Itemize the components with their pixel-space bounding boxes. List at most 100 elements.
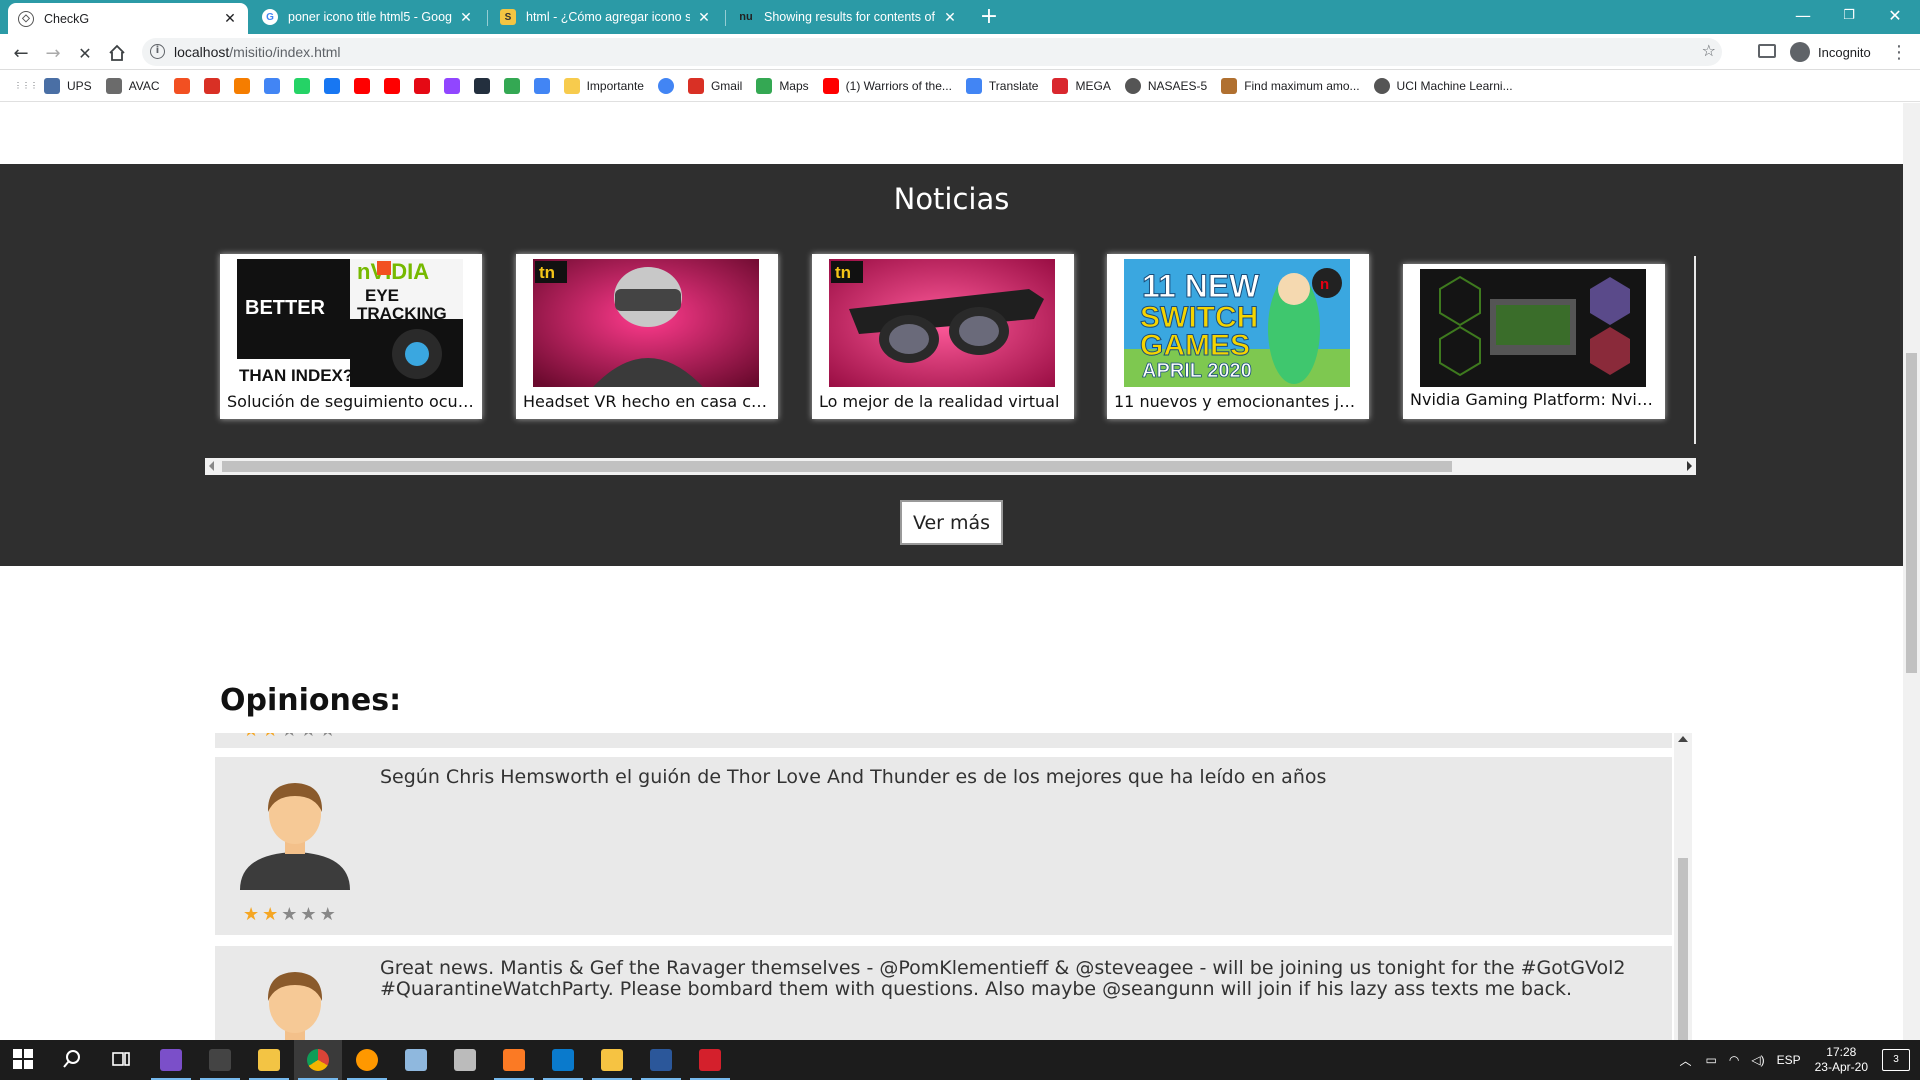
file-explorer-icon <box>258 1049 280 1071</box>
close-tab-icon[interactable]: ✕ <box>696 9 712 26</box>
battery-icon[interactable]: ▭ <box>1706 1053 1717 1067</box>
taskbar-button[interactable] <box>441 1040 489 1080</box>
clock-date: 23-Apr-20 <box>1814 1060 1868 1074</box>
clock[interactable]: 17:28 23-Apr-20 <box>1815 1045 1868 1075</box>
taskbar-button[interactable] <box>98 1040 146 1080</box>
close-window-button[interactable]: ✕ <box>1872 0 1918 30</box>
taskbar-button[interactable] <box>0 1040 48 1080</box>
taskbar-button[interactable] <box>49 1040 97 1080</box>
taskbar-button[interactable] <box>245 1040 293 1080</box>
close-tab-icon[interactable]: ✕ <box>942 9 958 26</box>
news-card[interactable]: 11 NEW SWITCH GAMES APRIL 2020 n 11 nuev… <box>1107 254 1369 419</box>
bookmark-item[interactable]: ⋮⋮⋮ <box>14 78 38 94</box>
svg-text:TRACKING: TRACKING <box>357 304 447 323</box>
bookmark-item[interactable]: Gmail <box>687 77 742 94</box>
bookmark-item[interactable] <box>353 77 370 94</box>
back-button[interactable]: ← <box>8 40 34 66</box>
bookmark-item[interactable]: (1) Warriors of the... <box>822 77 952 94</box>
tab-results[interactable]: nu Showing results for contents of ti ✕ <box>728 0 968 34</box>
url-text[interactable]: localhost/misitio/index.html <box>174 44 341 60</box>
taskbar-button[interactable] <box>392 1040 440 1080</box>
stop-button[interactable]: ✕ <box>72 40 98 66</box>
taskbar-button[interactable] <box>196 1040 244 1080</box>
notifications-icon[interactable]: 3 <box>1882 1049 1910 1071</box>
info-icon[interactable]: i <box>150 44 165 59</box>
minimize-button[interactable]: — <box>1780 0 1826 30</box>
bookmark-item[interactable] <box>503 77 520 94</box>
bookmark-item[interactable] <box>293 77 310 94</box>
taskbar-button[interactable] <box>588 1040 636 1080</box>
new-tab-button[interactable]: + <box>976 4 1002 30</box>
news-card[interactable]: tn Headset VR hecho en casa con piezas <box>516 254 778 419</box>
taskbar-button[interactable] <box>539 1040 587 1080</box>
bookmark-item[interactable]: Importante <box>563 77 644 94</box>
bookmark-item[interactable] <box>263 77 280 94</box>
bookmark-item[interactable]: Translate <box>965 77 1038 94</box>
bookmark-item[interactable]: NASAES-5 <box>1124 77 1207 94</box>
tab-stackoverflow[interactable]: S html - ¿Cómo agregar icono sob ✕ <box>490 0 722 34</box>
news-card[interactable]: Nvidia Gaming Platform: Nvidia GeForce <box>1403 264 1665 419</box>
news-caption[interactable]: Nvidia Gaming Platform: Nvidia GeForce <box>1410 390 1660 409</box>
bookmark-item[interactable] <box>473 77 490 94</box>
news-carousel[interactable]: nVIDIA EYE TRACKING BETTER THAN INDEX? S… <box>205 254 1694 419</box>
taskbar-button[interactable] <box>490 1040 538 1080</box>
tab-strip: ◇ CheckG ✕ G poner icono title html5 - G… <box>0 0 1920 34</box>
taskbar-button[interactable] <box>147 1040 195 1080</box>
apps-grid-icon: ⋮⋮⋮ <box>14 80 38 90</box>
scroll-right-arrow-icon[interactable] <box>1687 461 1692 471</box>
carousel-scrollbar-thumb[interactable] <box>222 461 1452 472</box>
opinions-list[interactable]: ★★★★★ ★★★★★ Según Chris Hemsworth el gui… <box>213 733 1692 1040</box>
bookmark-item[interactable] <box>443 77 460 94</box>
bookmark-item[interactable] <box>173 77 190 94</box>
opinions-scrollbar[interactable] <box>1674 733 1692 1040</box>
news-caption[interactable]: Lo mejor de la realidad virtual <box>819 392 1069 411</box>
taskbar-button[interactable] <box>686 1040 734 1080</box>
news-caption[interactable]: 11 nuevos y emocionantes juegos de Switc… <box>1114 392 1364 411</box>
home-button[interactable] <box>104 40 130 66</box>
ver-mas-button[interactable]: Ver más <box>900 500 1003 545</box>
bookmark-item[interactable] <box>413 77 430 94</box>
bookmark-item[interactable]: AVAC <box>105 77 160 94</box>
bookmark-item[interactable] <box>657 77 674 94</box>
wifi-icon[interactable]: ◠ <box>1729 1053 1739 1067</box>
gmail-icon <box>687 77 704 94</box>
page-scrollbar[interactable] <box>1903 103 1920 1040</box>
taskbar-button[interactable] <box>637 1040 685 1080</box>
restore-button[interactable]: ❐ <box>1826 0 1872 30</box>
scroll-left-arrow-icon[interactable] <box>209 461 214 471</box>
bookmark-star-icon[interactable]: ☆ <box>1702 41 1716 60</box>
bookmark-item[interactable] <box>203 77 220 94</box>
bookmark-item[interactable] <box>323 77 340 94</box>
news-caption[interactable]: Solución de seguimiento ocular para disp… <box>227 392 477 411</box>
input-language[interactable]: ESP <box>1777 1053 1801 1067</box>
cast-icon[interactable] <box>1758 44 1776 58</box>
star-icon: ★ <box>262 904 282 925</box>
menu-dots-icon[interactable]: ⋮ <box>1890 42 1908 63</box>
bookmark-item[interactable]: Find maximum amo... <box>1221 77 1360 94</box>
tab-checkg[interactable]: ◇ CheckG ✕ <box>8 3 248 34</box>
address-bar[interactable]: i localhost/misitio/index.html ☆ <box>142 38 1722 66</box>
bookmark-item[interactable] <box>383 77 400 94</box>
bookmark-item[interactable]: UPS <box>44 77 92 94</box>
profile-button[interactable]: Incognito <box>1790 40 1871 64</box>
news-caption[interactable]: Headset VR hecho en casa con piezas <box>523 392 773 411</box>
news-card[interactable]: tn Lo mejor de la realidad virtual <box>812 254 1074 419</box>
bookmark-item[interactable] <box>233 77 250 94</box>
chevron-up-icon[interactable]: ︿ <box>1680 1052 1692 1069</box>
page-scrollbar-thumb[interactable] <box>1906 353 1917 673</box>
news-card[interactable]: nVIDIA EYE TRACKING BETTER THAN INDEX? S… <box>220 254 482 419</box>
bookmark-item[interactable]: UCI Machine Learni... <box>1373 77 1513 94</box>
carousel-scrollbar[interactable] <box>205 458 1696 475</box>
opinions-scrollbar-thumb[interactable] <box>1678 858 1688 1040</box>
tab-google-search[interactable]: G poner icono title html5 - Google ✕ <box>252 0 484 34</box>
scroll-up-arrow-icon[interactable] <box>1678 736 1688 742</box>
bookmark-item[interactable]: Maps <box>756 77 809 94</box>
taskbar-button[interactable] <box>343 1040 391 1080</box>
forward-button[interactable]: → <box>40 40 66 66</box>
close-tab-icon[interactable]: ✕ <box>222 10 238 27</box>
close-tab-icon[interactable]: ✕ <box>458 9 474 26</box>
bookmark-item[interactable] <box>533 77 550 94</box>
bookmark-item[interactable]: MEGA <box>1052 77 1111 94</box>
volume-icon[interactable]: ◁) <box>1751 1053 1764 1067</box>
taskbar-button[interactable] <box>294 1040 342 1080</box>
